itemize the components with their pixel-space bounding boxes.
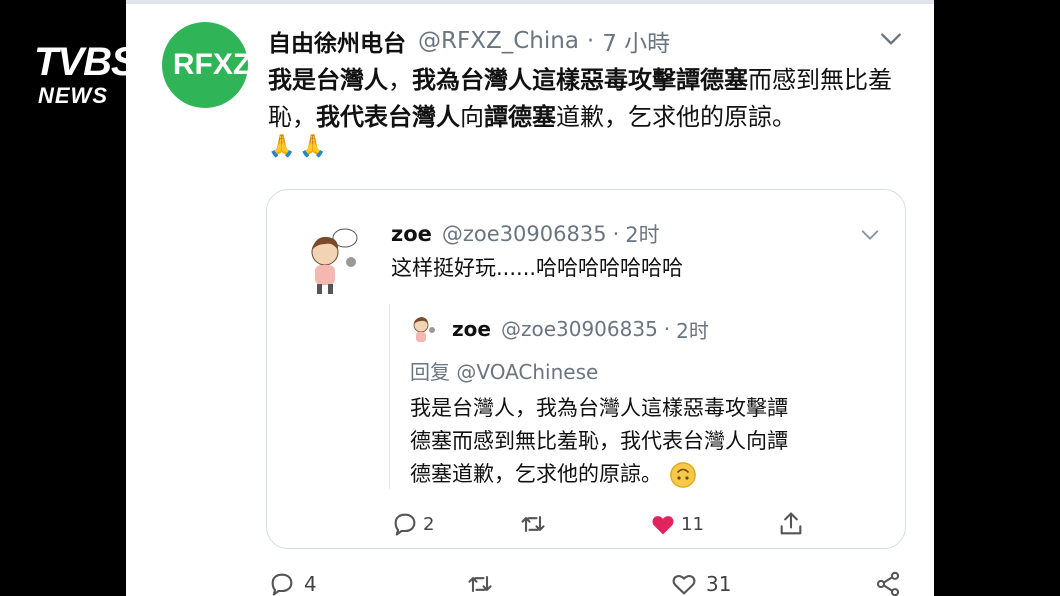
quote-author-name[interactable]: zoe <box>391 222 432 246</box>
top-divider <box>126 0 934 4</box>
reply-count: 4 <box>304 572 317 596</box>
reply-button[interactable]: 4 <box>268 566 317 596</box>
tweet-text-part: 台灣人這樣惡毒攻擊譚德塞 <box>460 66 748 94</box>
quote-share-button[interactable] <box>777 506 805 542</box>
tweet-text-part: 我是 <box>268 66 316 94</box>
reply-mention[interactable]: @VOAChinese <box>456 360 598 384</box>
nested-quoted-tweet[interactable]: zoe @zoe30906835 · 2时 回复 @VOAChinese 我是台… <box>389 304 860 489</box>
nested-text-line: 德塞而感到無比羞恥，我代表台灣人向譚 <box>410 429 788 453</box>
separator-dot: · <box>586 28 595 54</box>
tweet-time[interactable]: 7 小時 <box>602 24 670 58</box>
tweet-header: 自由徐州电台 @RFXZ_China · 7 小時 <box>268 24 670 58</box>
retweet-button[interactable] <box>466 566 494 596</box>
share-button[interactable] <box>874 566 902 596</box>
logo-main-text: TVBS <box>34 40 138 84</box>
like-button[interactable]: 31 <box>670 566 731 596</box>
tweet-text-part: 譚德塞 <box>484 103 556 131</box>
zoe-avatar[interactable] <box>303 226 365 298</box>
like-icon <box>652 516 674 535</box>
nested-tweet-text: 我是台灣人，我為台灣人這樣惡毒攻擊譚 德塞而感到無比羞恥，我代表台灣人向譚 德塞… <box>410 392 855 491</box>
retweet-icon <box>468 575 492 593</box>
quoted-tweet-card[interactable]: zoe @zoe30906835 · 2时 这样挺好玩......哈哈哈哈哈哈哈… <box>266 189 906 549</box>
retweet-icon <box>521 515 545 533</box>
reply-icon <box>394 513 416 536</box>
quote-reply-button[interactable]: 2 <box>391 506 434 542</box>
nested-text-line: 德塞道歉，乞求他的原諒。 <box>410 462 662 486</box>
share-icon <box>780 512 802 535</box>
like-count: 31 <box>706 572 732 596</box>
nested-author-handle[interactable]: @zoe30906835 <box>501 317 658 341</box>
quote-time[interactable]: 2时 <box>625 219 659 249</box>
quote-like-count: 11 <box>681 513 704 535</box>
quote-retweet-button[interactable] <box>519 506 547 542</box>
tweet-screen: RFXZ 自由徐州电台 @RFXZ_China · 7 小時 我是台灣人，我為台… <box>126 0 934 596</box>
reply-icon <box>271 573 293 596</box>
tweet-text-part: ， <box>388 66 412 94</box>
nested-text-line-last: 德塞道歉，乞求他的原諒。 <box>410 458 855 491</box>
author-handle[interactable]: @RFXZ_China <box>418 28 579 54</box>
tweet-text-part: 道歉，乞求他的原諒。 <box>556 103 796 131</box>
nested-text-line: 我是台灣人，我為台灣人這樣惡毒攻擊譚 <box>410 396 788 420</box>
quote-author-handle[interactable]: @zoe30906835 <box>442 222 607 246</box>
author-avatar[interactable]: RFXZ <box>162 22 252 108</box>
tweet-text-part: 向 <box>460 103 484 131</box>
quote-like-button[interactable]: 11 <box>649 506 704 542</box>
nested-author-name[interactable]: zoe <box>452 317 491 341</box>
quote-header: zoe @zoe30906835 · 2时 <box>391 218 660 250</box>
logo-sub-text: NEWS <box>38 83 108 108</box>
author-name[interactable]: 自由徐州电台 <box>268 24 406 58</box>
quote-reply-count: 2 <box>423 513 435 535</box>
tweet-text-part: 台灣人 <box>316 66 388 94</box>
separator-dot: · <box>663 317 671 341</box>
tweet-text-part: 我為 <box>412 66 460 94</box>
nested-quote-header: zoe @zoe30906835 · 2时 <box>452 314 709 344</box>
share-icon <box>876 571 900 596</box>
zoe-avatar-small[interactable] <box>410 314 438 348</box>
tweet-text: 我是台灣人，我為台灣人這樣惡毒攻擊譚德塞而感到無比羞恥，我代表台灣人向譚德塞道歉… <box>268 62 908 136</box>
avatar-text: RFXZ <box>172 48 252 81</box>
reply-context: 回复 @VOAChinese <box>410 356 598 385</box>
like-icon <box>672 574 696 595</box>
tweet-text-part: 台灣人 <box>388 103 460 131</box>
praying-hands-emoji: 🙏🙏 <box>268 134 331 159</box>
nested-time[interactable]: 2时 <box>676 315 709 344</box>
chevron-down-icon[interactable] <box>878 26 904 52</box>
separator-dot: · <box>612 222 620 246</box>
tweet-text-part: 我代表 <box>316 103 388 131</box>
chevron-down-icon[interactable] <box>859 224 881 246</box>
upside-down-face-emoji <box>670 462 696 488</box>
tweet-action-bar: 4 31 <box>126 566 934 596</box>
quote-text: 这样挺好玩......哈哈哈哈哈哈哈 <box>391 256 684 280</box>
reply-label: 回复 <box>410 360 450 384</box>
quote-action-bar: 2 11 <box>267 506 905 542</box>
